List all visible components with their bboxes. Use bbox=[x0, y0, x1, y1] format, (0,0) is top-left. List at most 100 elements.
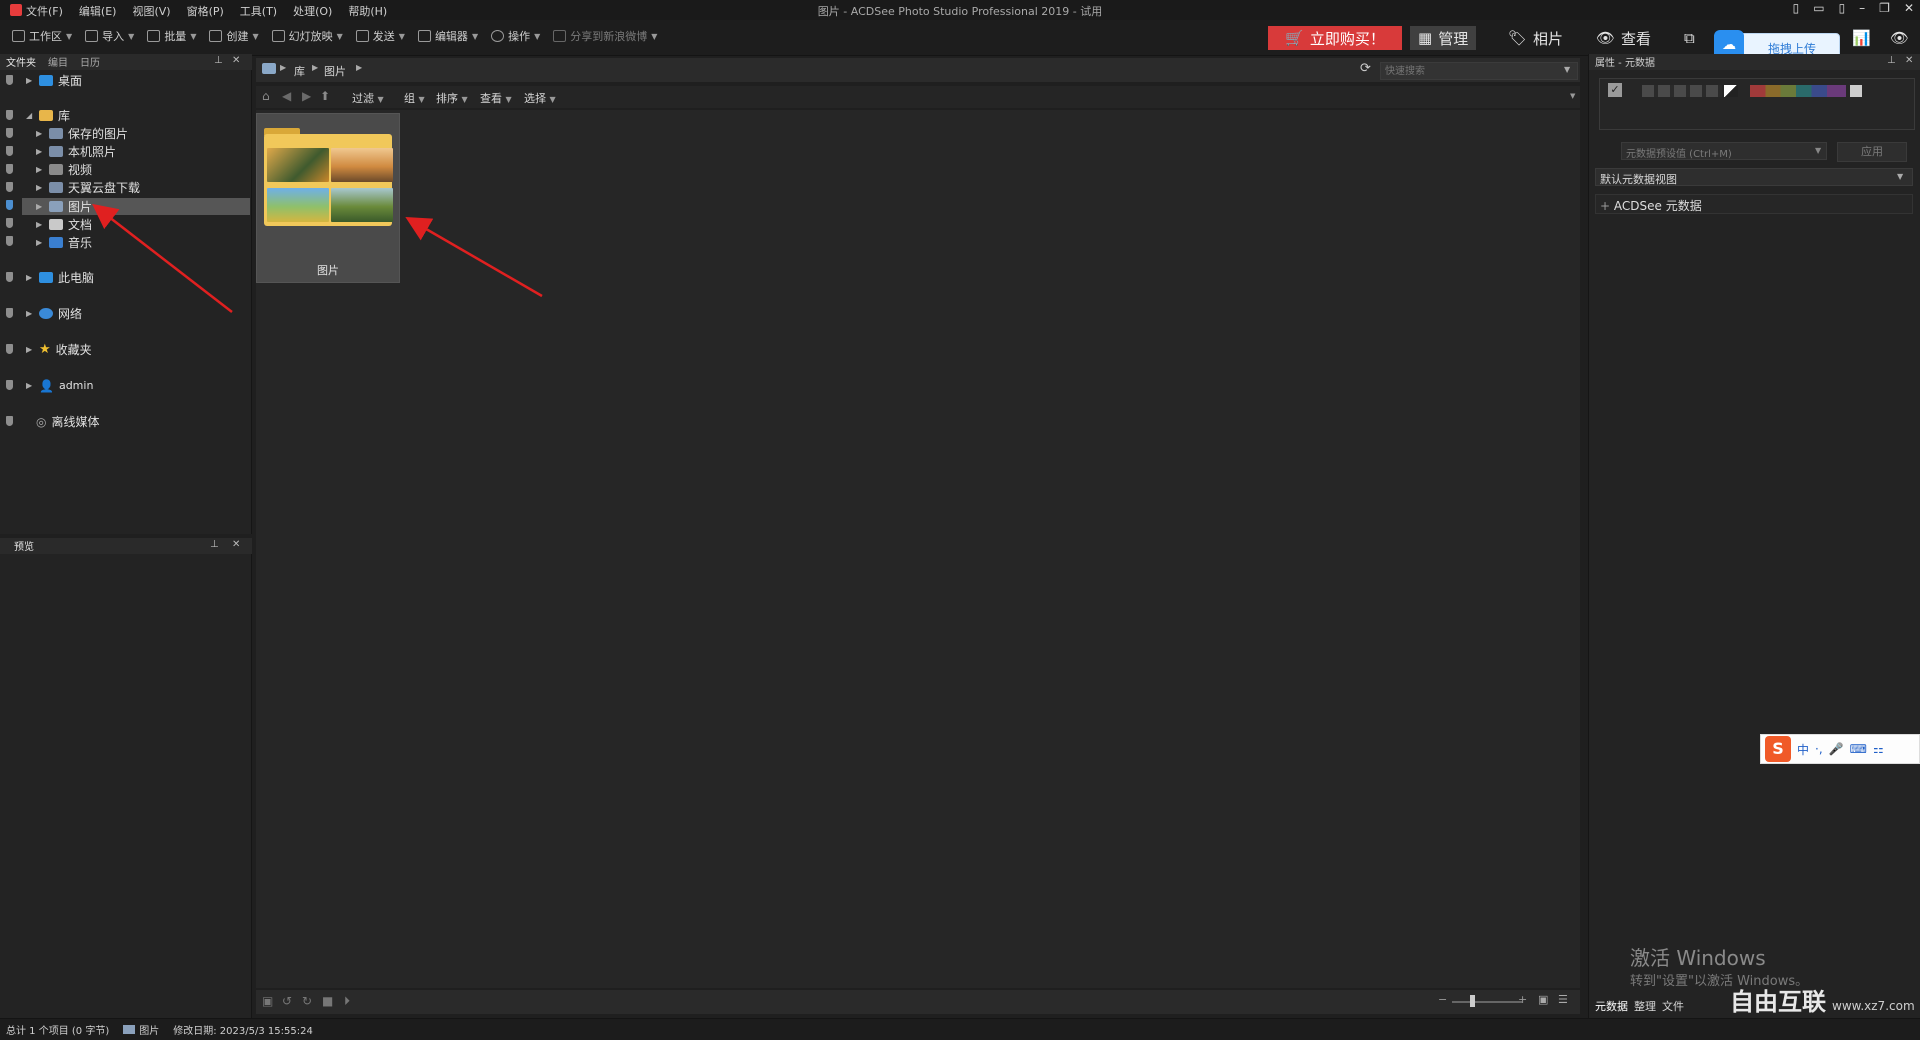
acdsee-metadata-section[interactable]: + ACDSee 元数据 bbox=[1595, 194, 1913, 214]
tree-node-pictures[interactable]: ▶ 图片 bbox=[36, 198, 92, 215]
ime-chinese-mode[interactable]: 中 bbox=[1797, 741, 1809, 758]
close-button[interactable]: ✕ bbox=[1904, 1, 1914, 15]
metadata-view-select[interactable]: 默认元数据视图 bbox=[1595, 168, 1913, 186]
editor-button[interactable]: 编辑器 ▼ bbox=[417, 28, 478, 44]
tag-checkbox[interactable]: ✓ bbox=[1608, 83, 1622, 97]
dashboard-button[interactable]: 📊 bbox=[1844, 26, 1879, 50]
zoom-out-icon[interactable]: − bbox=[1438, 993, 1447, 1006]
buy-now-button[interactable]: 🛒 立即购买！ bbox=[1268, 26, 1402, 50]
tab-file[interactable]: 文件 bbox=[1662, 998, 1684, 1014]
layout-right-icon[interactable]: ▯ bbox=[1839, 1, 1846, 15]
expand-arrow-icon[interactable]: ▶ bbox=[36, 202, 44, 211]
tree-node-library[interactable]: ◢ 库 bbox=[26, 107, 70, 124]
workspace-button[interactable]: 工作区 ▼ bbox=[12, 28, 72, 44]
expand-arrow-icon[interactable]: ▶ bbox=[36, 129, 44, 138]
forward-icon[interactable]: ▶ bbox=[302, 89, 311, 103]
apply-button[interactable]: 应用 bbox=[1837, 142, 1907, 162]
manage-mode-button[interactable]: ▦ 管理 bbox=[1410, 26, 1477, 50]
tab-organize[interactable]: 整理 bbox=[1634, 998, 1656, 1014]
import-button[interactable]: 导入 ▼ bbox=[85, 28, 134, 44]
tree-node-music[interactable]: ▶ 音乐 bbox=[36, 234, 92, 251]
chevron-right-icon[interactable]: ▶ bbox=[356, 63, 362, 72]
save-icon[interactable]: ▣ bbox=[262, 994, 273, 1008]
quick-search-input[interactable] bbox=[1380, 62, 1578, 80]
tree-node-admin[interactable]: ▶ 👤 admin bbox=[26, 377, 93, 394]
zoom-slider-track[interactable] bbox=[1452, 1001, 1522, 1003]
layout-bottom-icon[interactable]: ▭ bbox=[1813, 1, 1824, 15]
close-panel-icon[interactable]: ✕ bbox=[232, 55, 240, 66]
tree-node-offline-media[interactable]: ◎ 离线媒体 bbox=[36, 413, 100, 430]
close-panel-icon[interactable]: ✕ bbox=[232, 539, 240, 550]
home-icon[interactable]: ⌂ bbox=[262, 89, 270, 103]
breadcrumb-library[interactable]: 库 bbox=[294, 63, 305, 79]
rotate-right-icon[interactable]: ↻ bbox=[302, 994, 312, 1008]
tab-preview[interactable]: 预览 bbox=[14, 538, 34, 554]
tab-calendar[interactable]: 日历 bbox=[80, 54, 100, 70]
zoom-slider-handle[interactable] bbox=[1470, 995, 1475, 1007]
group-menu[interactable]: 组 ▼ bbox=[404, 90, 425, 106]
batch-button[interactable]: 批量 ▼ bbox=[147, 28, 196, 44]
filter-menu[interactable]: 过滤 ▼ bbox=[352, 90, 384, 106]
chevron-down-icon[interactable]: ▼ bbox=[1815, 146, 1821, 155]
create-button[interactable]: 创建 ▼ bbox=[209, 28, 259, 44]
chevron-down-icon[interactable]: ▼ bbox=[1897, 172, 1903, 181]
up-folder-icon[interactable]: ⬆ bbox=[320, 89, 330, 103]
expand-arrow-icon[interactable]: ▶ bbox=[36, 220, 44, 229]
tree-node-documents[interactable]: ▶ 文档 bbox=[36, 216, 92, 233]
file-list-pane[interactable] bbox=[256, 110, 1580, 988]
restore-button[interactable]: ❐ bbox=[1879, 1, 1890, 15]
rating-stars[interactable] bbox=[1642, 85, 1722, 97]
tree-node-network[interactable]: ▶ 网络 bbox=[26, 305, 82, 322]
ime-punctuation-mode[interactable]: ·, bbox=[1815, 742, 1823, 756]
pin-icon[interactable]: ⊥ bbox=[1887, 55, 1896, 66]
refresh-icon[interactable]: ⟳ bbox=[1360, 61, 1371, 76]
tab-metadata[interactable]: 元数据 bbox=[1595, 998, 1628, 1014]
back-icon[interactable]: ◀ bbox=[282, 89, 291, 103]
tree-node-desktop[interactable]: ▶ 桌面 bbox=[26, 72, 82, 89]
compare-icon[interactable]: ■ bbox=[322, 994, 333, 1008]
thumbnail-view-icon[interactable]: ▣ bbox=[1538, 993, 1548, 1006]
view-mode-button[interactable]: 👁 查看 bbox=[1588, 26, 1659, 50]
metadata-preset-select[interactable]: 元数据预设值 (Ctrl+M) bbox=[1621, 142, 1827, 160]
tree-node-this-pc[interactable]: ▶ 此电脑 bbox=[26, 269, 94, 286]
pin-icon[interactable]: ⊥ bbox=[214, 55, 223, 66]
expand-arrow-icon[interactable]: ▶ bbox=[26, 345, 34, 354]
expand-arrow-icon[interactable]: ▶ bbox=[26, 76, 34, 85]
clear-rating-icon[interactable] bbox=[1724, 85, 1738, 97]
view-menu[interactable]: 查看 ▼ bbox=[480, 90, 512, 106]
clear-color-label-icon[interactable] bbox=[1850, 85, 1862, 97]
slideshow-play-icon[interactable]: ⏵ bbox=[344, 994, 350, 1009]
tree-node-saved-pictures[interactable]: ▶ 保存的图片 bbox=[36, 125, 128, 142]
rotate-left-icon[interactable]: ↺ bbox=[282, 994, 292, 1008]
details-view-icon[interactable]: ☰ bbox=[1558, 993, 1568, 1006]
expand-arrow-icon[interactable]: ▶ bbox=[26, 381, 34, 390]
sort-menu[interactable]: 排序 ▼ bbox=[436, 90, 468, 106]
tree-node-tianyi-download[interactable]: ▶ 天翼云盘下载 bbox=[36, 179, 140, 196]
share-weibo-button[interactable]: 分享到新浪微博 ▼ bbox=[553, 28, 657, 44]
layout-left-icon[interactable]: ▯ bbox=[1793, 1, 1800, 15]
close-panel-icon[interactable]: ✕ bbox=[1905, 55, 1913, 66]
collapse-arrow-icon[interactable]: ◢ bbox=[26, 111, 34, 120]
expand-arrow-icon[interactable]: ▶ bbox=[26, 273, 34, 282]
expand-arrow-icon[interactable]: ▶ bbox=[36, 147, 44, 156]
tree-node-favorites[interactable]: ▶ ★ 收藏夹 bbox=[26, 341, 92, 358]
expand-arrow-icon[interactable]: ▶ bbox=[36, 238, 44, 247]
expand-arrow-icon[interactable]: ▶ bbox=[26, 309, 34, 318]
color-labels[interactable] bbox=[1750, 85, 1846, 97]
chevron-down-icon[interactable]: ▼ bbox=[1570, 92, 1575, 100]
slideshow-button[interactable]: 幻灯放映 ▼ bbox=[271, 28, 343, 44]
expand-arrow-icon[interactable]: ▶ bbox=[36, 183, 44, 192]
actions-button[interactable]: 操作 ▼ bbox=[491, 28, 540, 44]
toolbox-icon[interactable]: ⚏ bbox=[1873, 742, 1884, 756]
keyboard-icon[interactable]: ⌨ bbox=[1850, 742, 1867, 756]
tree-node-camera-roll[interactable]: ▶ 本机照片 bbox=[36, 143, 116, 160]
develop-mode-button[interactable]: ⧉ bbox=[1676, 26, 1703, 50]
select-menu[interactable]: 选择 ▼ bbox=[524, 90, 556, 106]
send-button[interactable]: 发送 ▼ bbox=[355, 28, 405, 44]
zoom-in-icon[interactable]: + bbox=[1518, 993, 1527, 1006]
photos-mode-button[interactable]: 🏷 相片 bbox=[1500, 26, 1571, 50]
tree-node-videos[interactable]: ▶ 视频 bbox=[36, 161, 92, 178]
tab-folders[interactable]: 文件夹 bbox=[6, 54, 36, 70]
expand-arrow-icon[interactable]: ▶ bbox=[36, 165, 44, 174]
chevron-down-icon[interactable]: ▼ bbox=[1564, 65, 1570, 74]
